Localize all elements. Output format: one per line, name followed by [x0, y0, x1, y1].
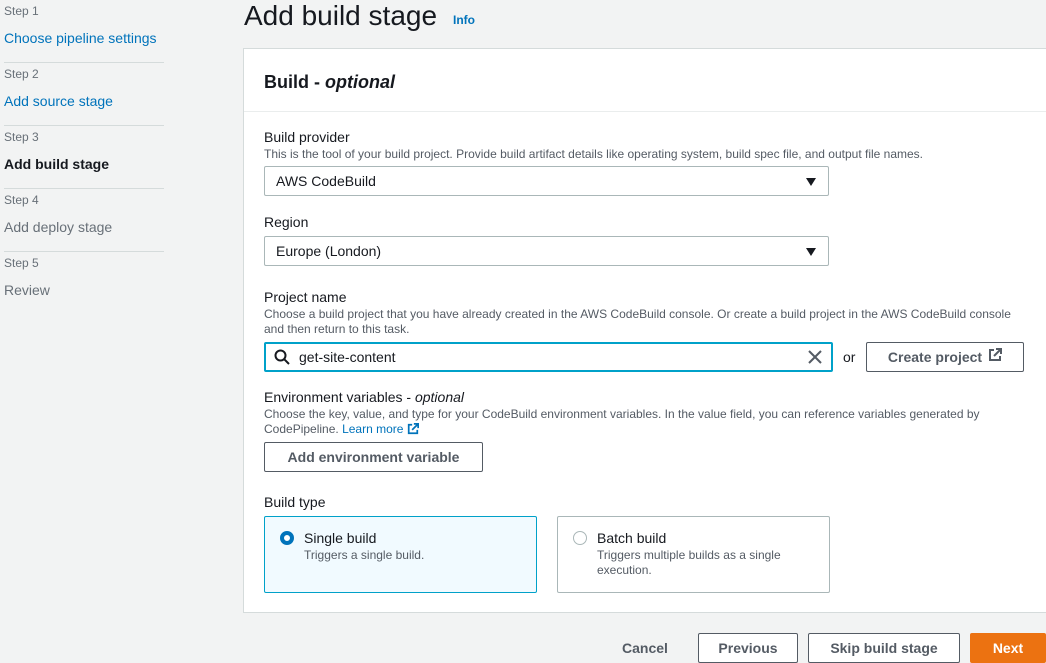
- step-number: Step 5: [4, 256, 39, 270]
- step-2[interactable]: Step 2 Add source stage: [4, 63, 164, 126]
- create-project-label: Create project: [887, 349, 983, 365]
- build-type-batch-tile[interactable]: Batch build Triggers multiple builds as …: [557, 516, 830, 593]
- step-label-choose-pipeline-settings[interactable]: Choose pipeline settings: [4, 29, 164, 47]
- env-vars-label-text: Environment variables: [264, 389, 403, 405]
- single-build-description: Triggers a single build.: [304, 548, 425, 562]
- step-3: Step 3 Add build stage: [4, 126, 164, 189]
- search-icon: [274, 349, 290, 370]
- wizard-steps-nav: Step 1 Choose pipeline settings Step 2 A…: [4, 0, 164, 315]
- step-label-review: Review: [4, 282, 50, 298]
- batch-build-radio[interactable]: [573, 531, 587, 545]
- step-1[interactable]: Step 1 Choose pipeline settings: [4, 0, 164, 63]
- single-build-radio[interactable]: [280, 531, 294, 545]
- create-project-button[interactable]: Create project: [866, 342, 1024, 372]
- step-number: Step 4: [4, 193, 39, 207]
- project-name-label: Project name: [264, 289, 347, 305]
- batch-build-label: Batch build: [597, 530, 667, 546]
- caret-down-icon: [806, 248, 816, 256]
- step-label-add-source-stage[interactable]: Add source stage: [4, 92, 164, 110]
- info-link[interactable]: Info: [453, 13, 475, 27]
- card-header: Build - optional: [244, 49, 1046, 112]
- caret-down-icon: [806, 178, 816, 186]
- step-5: Step 5 Review: [4, 252, 164, 315]
- region-value: Europe (London): [276, 243, 382, 259]
- card-title-optional: optional: [325, 72, 395, 92]
- build-provider-select[interactable]: AWS CodeBuild: [264, 166, 829, 196]
- env-vars-description: Choose the key, value, and type for your…: [264, 407, 1034, 437]
- project-name-search[interactable]: [264, 342, 833, 372]
- step-number: Step 2: [4, 67, 39, 81]
- external-link-icon: [988, 343, 1003, 371]
- step-label-add-deploy-stage: Add deploy stage: [4, 219, 113, 235]
- add-environment-variable-button[interactable]: Add environment variable: [264, 442, 483, 472]
- clear-icon[interactable]: [807, 349, 823, 370]
- build-provider-label: Build provider: [264, 129, 350, 145]
- skip-build-stage-button[interactable]: Skip build stage: [808, 633, 960, 663]
- build-provider-description: This is the tool of your build project. …: [264, 147, 924, 161]
- build-type-label: Build type: [264, 494, 326, 510]
- step-number: Step 1: [4, 4, 39, 18]
- env-vars-optional: optional: [414, 389, 465, 405]
- or-text: or: [843, 349, 856, 365]
- next-button[interactable]: Next: [970, 633, 1046, 663]
- cancel-button[interactable]: Cancel: [622, 640, 668, 656]
- batch-build-description: Triggers multiple builds as a single exe…: [597, 548, 781, 577]
- external-link-icon: [407, 423, 419, 435]
- card-title: Build: [264, 72, 309, 92]
- env-vars-label: Environment variables - optional: [264, 389, 465, 405]
- region-select[interactable]: Europe (London): [264, 236, 829, 266]
- single-build-label: Single build: [304, 530, 377, 546]
- previous-button[interactable]: Previous: [698, 633, 798, 663]
- step-label-add-build-stage: Add build stage: [4, 156, 109, 172]
- learn-more-link[interactable]: Learn more: [342, 422, 419, 436]
- step-4: Step 4 Add deploy stage: [4, 189, 164, 252]
- build-provider-value: AWS CodeBuild: [276, 173, 376, 189]
- project-name-input[interactable]: [299, 348, 789, 366]
- learn-more-label: Learn more: [342, 422, 404, 436]
- project-name-description: Choose a build project that you have alr…: [264, 307, 1011, 336]
- build-stage-container: Build - optional Build provider This is …: [243, 48, 1046, 613]
- page-title: Add build stage: [244, 0, 438, 31]
- step-number: Step 3: [4, 130, 39, 144]
- build-type-single-tile[interactable]: Single build Triggers a single build.: [264, 516, 537, 593]
- region-label: Region: [264, 214, 309, 230]
